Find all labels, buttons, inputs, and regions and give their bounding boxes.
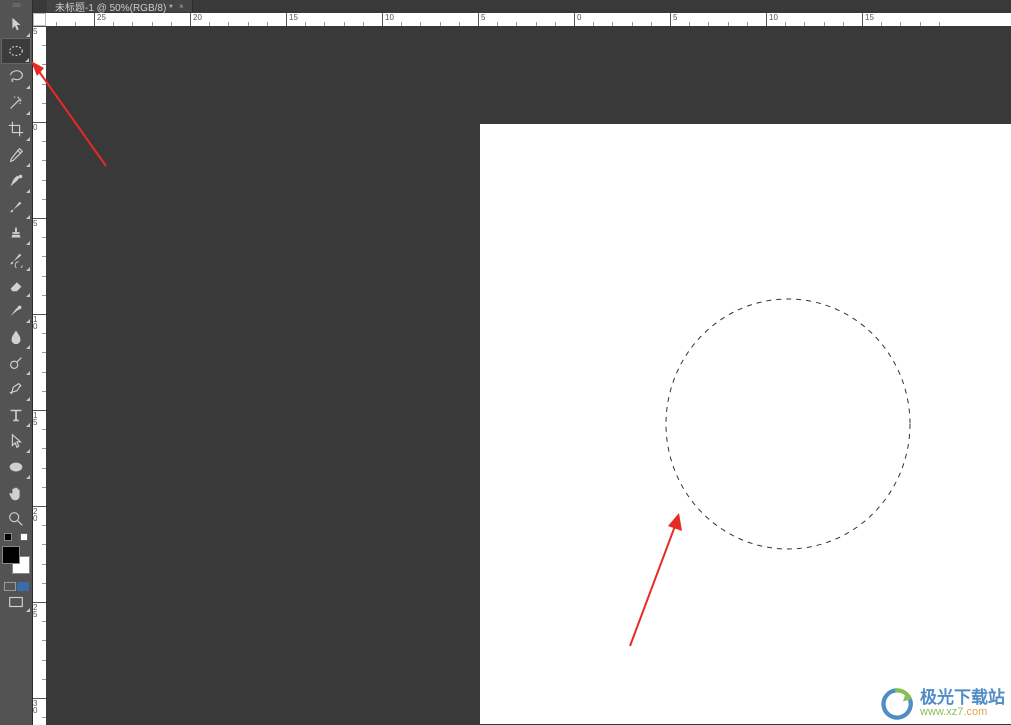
ruler-origin-corner[interactable] [33,13,46,26]
color-swatches[interactable] [2,546,30,574]
magic-wand-tool[interactable] [1,90,31,116]
screen-mode-button[interactable] [1,591,31,613]
foreground-color-swatch[interactable] [2,546,20,564]
color-reset-row [1,532,31,542]
crop-tool[interactable] [1,116,31,142]
lasso-tool[interactable] [1,64,31,90]
toolbox-grip[interactable]: ≡≡≡ [0,0,32,12]
watermark-title: 极光下载站 [920,689,1005,707]
watermark-url: www.xz7.com [920,707,1005,719]
watermark-logo-icon [880,687,914,721]
ruler-horizontal[interactable]: 30252015105051015 [46,13,1011,26]
toolbox-panel: ≡≡≡ [0,0,33,725]
hand-tool[interactable] [1,480,31,506]
gradient-tool[interactable] [1,298,31,324]
dodge-tool[interactable] [1,350,31,376]
blur-tool[interactable] [1,324,31,350]
move-tool[interactable] [1,12,31,38]
document-tab-bar: 未标题-1 @ 50%(RGB/8) * × [47,0,1011,12]
default-colors-icon[interactable] [4,533,12,541]
elliptical-marquee-tool[interactable] [1,38,31,64]
quick-mask-toggle[interactable] [1,582,31,591]
selection-ellipse [665,298,911,550]
tab-title: 未标题-1 @ 50%(RGB/8) * [55,0,173,14]
history-brush-tool[interactable] [1,246,31,272]
clone-stamp-tool[interactable] [1,220,31,246]
swap-colors-icon[interactable] [20,533,28,541]
spot-healing-brush-tool[interactable] [1,168,31,194]
type-tool[interactable] [1,402,31,428]
watermark: 极光下载站 www.xz7.com [880,687,1005,721]
eyedropper-tool[interactable] [1,142,31,168]
ruler-vertical[interactable]: 50510152025303540 [33,26,46,725]
ellipse-shape-tool[interactable] [1,454,31,480]
document-tab[interactable]: 未标题-1 @ 50%(RGB/8) * × [47,0,193,12]
zoom-tool[interactable] [1,506,31,532]
eraser-tool[interactable] [1,272,31,298]
tab-close-icon[interactable]: × [179,2,184,11]
pen-tool[interactable] [1,376,31,402]
path-selection-tool[interactable] [1,428,31,454]
brush-tool[interactable] [1,194,31,220]
